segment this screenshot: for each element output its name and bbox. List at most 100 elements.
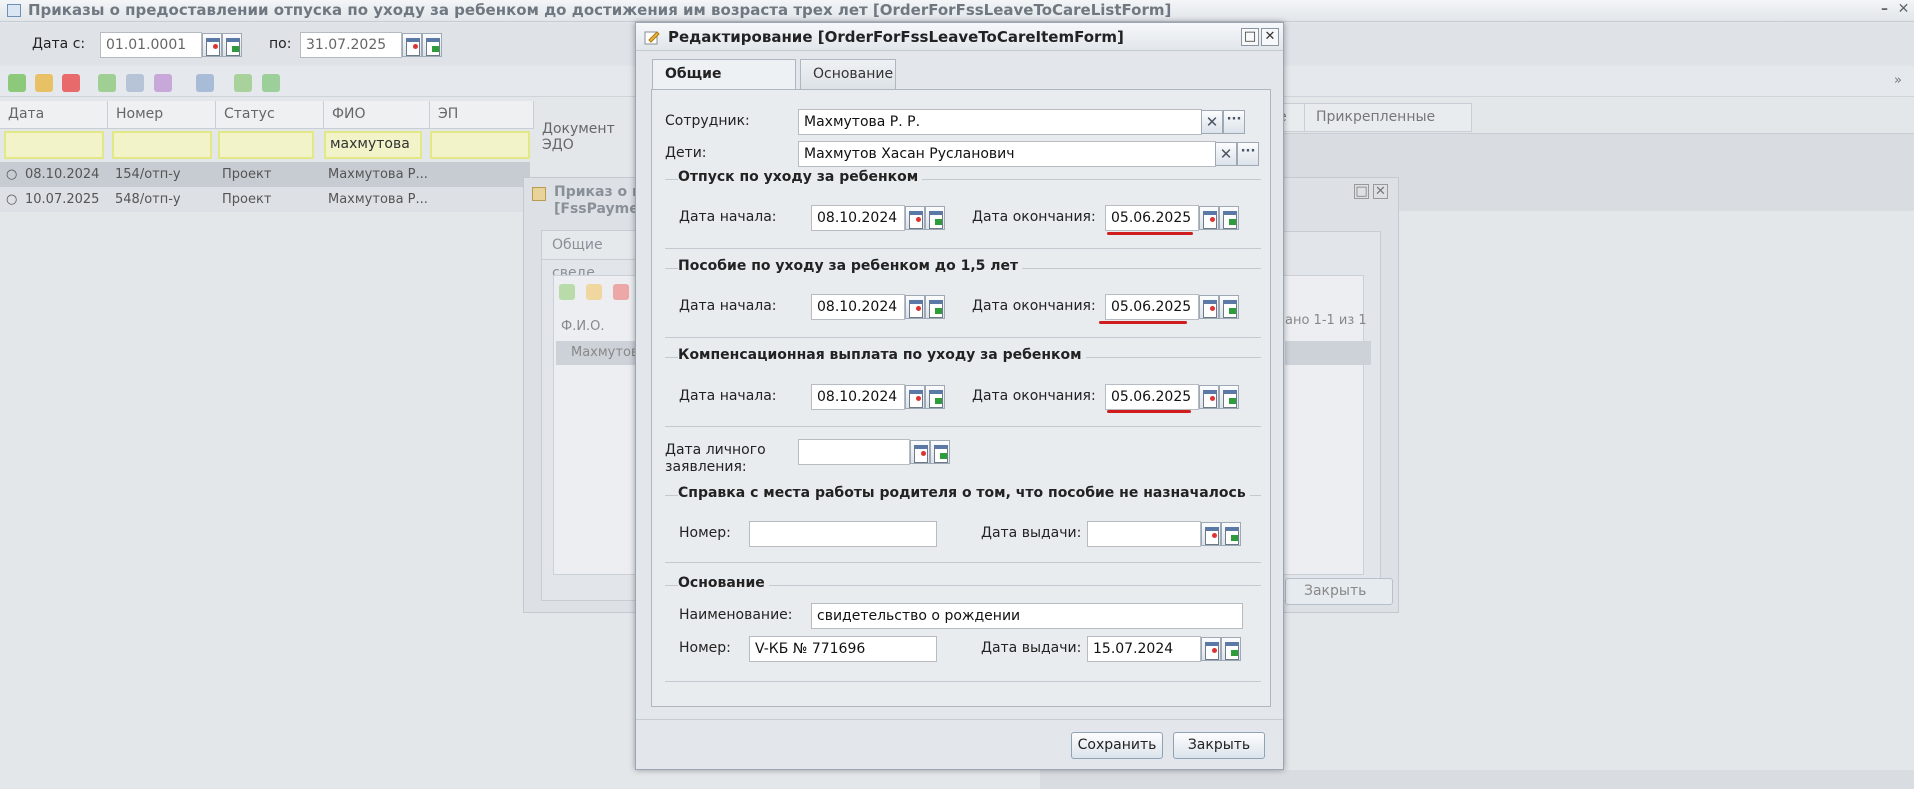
compensation-section-title: Компенсационная выплата по уходу за ребе… — [678, 347, 1086, 363]
column-header-date[interactable]: Дата — [0, 101, 108, 129]
calendar-today-icon[interactable] — [1221, 637, 1241, 661]
allowance-start-input[interactable]: 08.10.2024 — [811, 294, 905, 320]
calendar-today-icon[interactable] — [925, 385, 945, 409]
certificate-number-input[interactable] — [749, 521, 937, 547]
row-expand-icon[interactable]: ○ — [6, 167, 17, 182]
footer-divider — [636, 719, 1283, 720]
paging-info: ано 1-1 из 1 — [1285, 313, 1367, 328]
refresh-icon[interactable] — [262, 74, 280, 92]
calendar-icon[interactable] — [1201, 522, 1221, 546]
close-icon[interactable]: ✕ — [1373, 184, 1388, 199]
dialog-title: Редактирование [OrderForFssLeaveToCareIt… — [668, 28, 1124, 46]
calendar-today-icon[interactable] — [222, 33, 242, 57]
date-column-filter[interactable] — [4, 131, 104, 159]
leave-start-input[interactable]: 08.10.2024 — [811, 205, 905, 231]
personal-app-date-input[interactable] — [798, 439, 910, 465]
edit-icon[interactable] — [586, 284, 602, 300]
tab-general[interactable]: Общие сведения — [652, 59, 796, 110]
row-number: 548/отп-у — [115, 192, 181, 207]
add-icon[interactable] — [559, 284, 575, 300]
close-button[interactable]: Закрыть — [1285, 578, 1393, 605]
close-button[interactable]: Закрыть — [1173, 732, 1265, 759]
leave-end-input[interactable]: 05.06.2025 — [1105, 205, 1199, 231]
employee-field[interactable]: Махмутова Р. Р. — [798, 109, 1202, 135]
tab-general[interactable]: Общие сведе — [541, 230, 641, 281]
dialog-titlebar: Редактирование [OrderForFssLeaveToCareIt… — [636, 23, 1283, 51]
allowance-start-label: Дата начала: — [679, 298, 777, 314]
basis-name-input[interactable]: свидетельство о рождении — [811, 603, 1243, 629]
calendar-today-icon[interactable] — [1219, 206, 1239, 230]
calendar-today-icon[interactable] — [930, 440, 950, 464]
row-fio: Махмутова Р... — [328, 167, 428, 182]
signature-column-filter[interactable] — [430, 131, 530, 159]
fio-column-filter[interactable]: махмутова — [324, 131, 422, 159]
print-icon[interactable] — [196, 74, 214, 92]
personal-app-label: Дата личного — [665, 442, 766, 458]
calendar-icon[interactable] — [402, 33, 422, 57]
status-column-filter[interactable] — [218, 131, 314, 159]
sign-icon[interactable] — [126, 74, 144, 92]
date-to-input[interactable]: 31.07.2025 — [300, 32, 402, 58]
clear-icon[interactable]: ✕ — [1201, 110, 1223, 134]
clear-icon[interactable]: ✕ — [1215, 142, 1237, 166]
calendar-today-icon[interactable] — [1219, 295, 1239, 319]
calendar-icon[interactable] — [1199, 385, 1219, 409]
edit-icon[interactable] — [35, 74, 53, 92]
edit-dialog: Редактирование [OrderForFssLeaveToCareIt… — [635, 22, 1284, 770]
column-header-edo[interactable]: Документ ЭДО — [534, 101, 644, 153]
delete-icon[interactable] — [62, 74, 80, 92]
maximize-icon[interactable]: □ — [1354, 184, 1369, 199]
basis-issue-input[interactable]: 15.07.2024 — [1087, 636, 1201, 662]
compensation-start-input[interactable]: 08.10.2024 — [811, 384, 905, 410]
compensation-end-input[interactable]: 05.06.2025 — [1105, 384, 1199, 410]
close-icon[interactable]: ✕ — [1895, 2, 1912, 19]
column-header-signature[interactable]: ЭП — [430, 101, 534, 129]
calendar-today-icon[interactable] — [422, 33, 442, 57]
date-from-input[interactable]: 01.01.0001 — [100, 32, 202, 58]
allowance-end-input[interactable]: 05.06.2025 — [1105, 294, 1199, 320]
number-column-filter[interactable] — [112, 131, 212, 159]
calendar-icon[interactable] — [1199, 295, 1219, 319]
column-header-status[interactable]: Статус — [216, 101, 324, 129]
delete-icon[interactable] — [613, 284, 629, 300]
export-icon[interactable] — [234, 74, 252, 92]
minimize-icon[interactable]: – — [1876, 2, 1893, 19]
calendar-icon[interactable] — [1199, 206, 1219, 230]
table-row[interactable]: ○ 10.07.2025 548/отп-у Проект Махмутова … — [0, 187, 530, 212]
row-expand-icon[interactable]: ○ — [6, 192, 17, 207]
calendar-icon[interactable] — [905, 295, 925, 319]
column-header-fio[interactable]: Ф.И.О. — [561, 319, 605, 334]
actions-icon[interactable] — [154, 74, 172, 92]
table-row[interactable]: ○ 08.10.2024 154/отп-у Проект Махмутова … — [0, 162, 530, 187]
save-button[interactable]: Сохранить — [1071, 732, 1163, 759]
date-to-label: по: — [269, 36, 292, 52]
add-icon[interactable] — [8, 74, 26, 92]
tab-basis[interactable]: Основание — [800, 59, 896, 89]
close-icon[interactable]: ✕ — [1261, 28, 1279, 46]
more-icon[interactable]: ··· — [1223, 110, 1245, 134]
tab-attached-files[interactable]: Прикрепленные файлы — [1304, 103, 1472, 152]
calendar-icon[interactable] — [202, 33, 222, 57]
certificate-issue-label: Дата выдачи: — [981, 525, 1082, 541]
approve-icon[interactable] — [98, 74, 116, 92]
basis-number-input[interactable]: V-КБ № 771696 — [749, 636, 937, 662]
expand-panel-icon[interactable]: » — [1894, 73, 1902, 88]
calendar-today-icon[interactable] — [1221, 522, 1241, 546]
row-fio: Махмутова Р... — [328, 192, 428, 207]
calendar-icon[interactable] — [1201, 637, 1221, 661]
leave-end-label: Дата окончания: — [972, 209, 1096, 225]
children-field[interactable]: Махмутов Хасан Русланович — [798, 141, 1216, 167]
calendar-icon[interactable] — [905, 385, 925, 409]
maximize-icon[interactable]: □ — [1241, 28, 1259, 46]
column-header-fio[interactable]: ФИО — [324, 101, 430, 129]
more-icon[interactable]: ··· — [1237, 142, 1259, 166]
certificate-issue-input[interactable] — [1087, 521, 1201, 547]
calendar-icon[interactable] — [905, 206, 925, 230]
calendar-today-icon[interactable] — [925, 295, 945, 319]
calendar-today-icon[interactable] — [925, 206, 945, 230]
calendar-icon[interactable] — [910, 440, 930, 464]
allowance-end-label: Дата окончания: — [972, 298, 1096, 314]
column-header-number[interactable]: Номер — [108, 101, 216, 129]
calendar-today-icon[interactable] — [1219, 385, 1239, 409]
highlight-underline — [1107, 232, 1193, 235]
